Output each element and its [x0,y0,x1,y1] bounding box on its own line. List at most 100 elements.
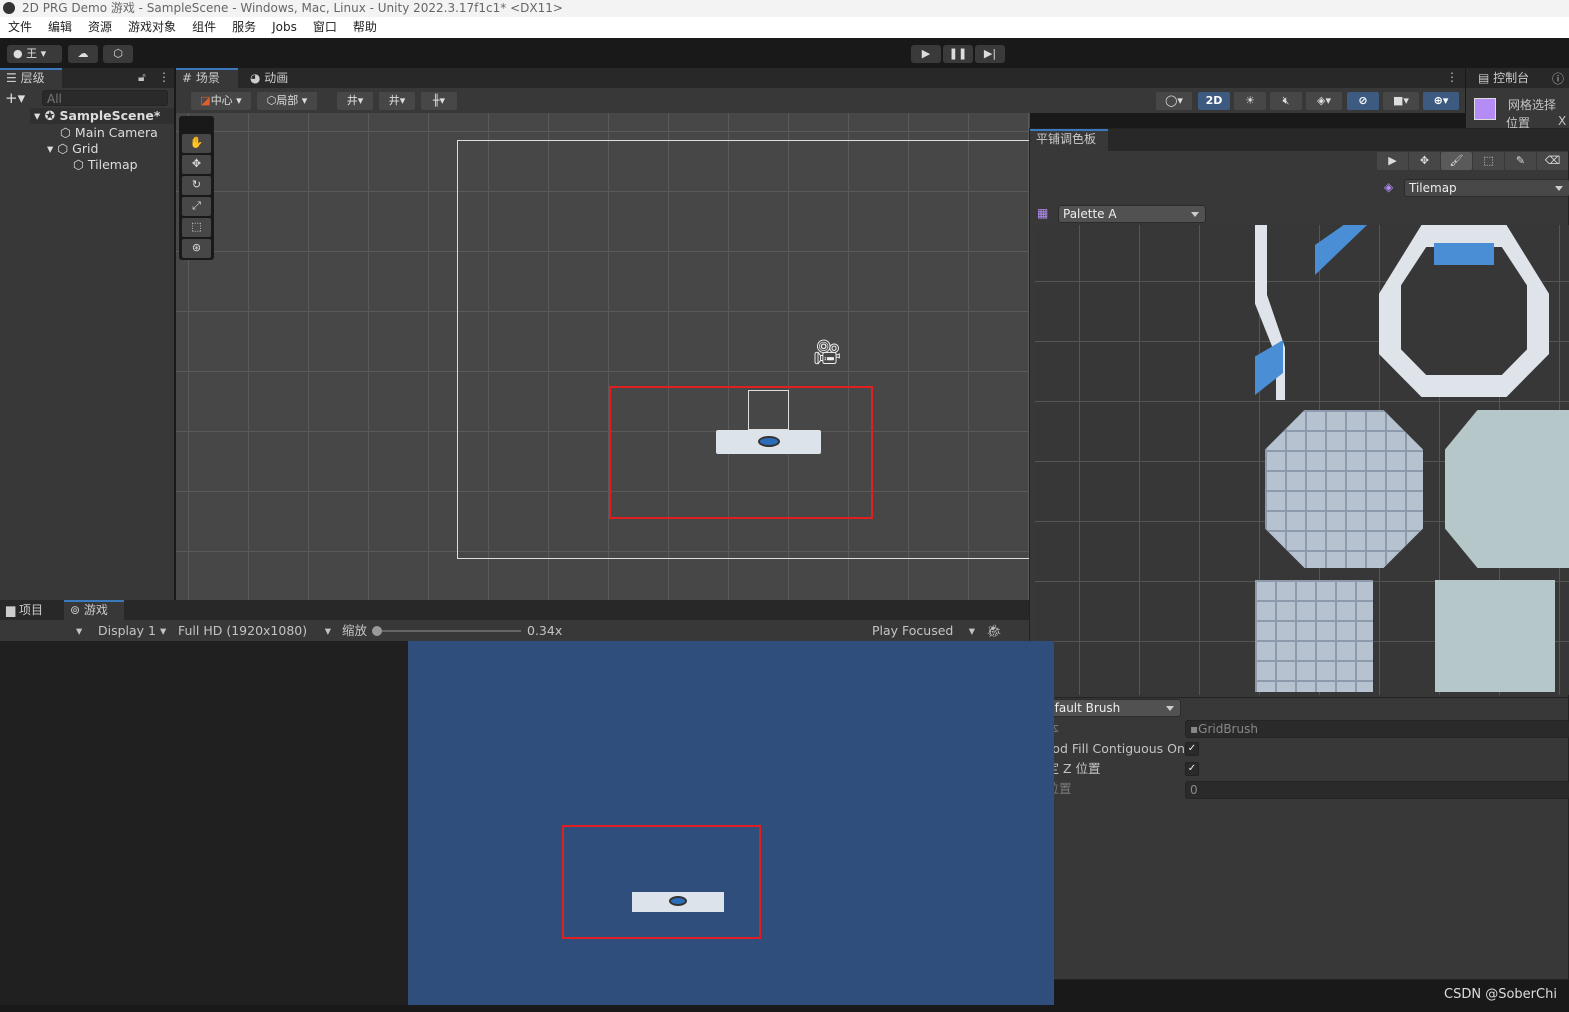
tab-animation[interactable]: ◕ 动画 [244,68,304,88]
resolution-dropdown[interactable]: Full HD (1920x1080) ▾ [178,620,333,641]
wall-tile [1315,225,1367,275]
move-tool[interactable]: ✥ [182,155,211,174]
increment-snap-button[interactable]: 井▾ [379,92,415,110]
palette-grid[interactable] [1035,225,1569,695]
account-button[interactable]: ● 王 ▾ [7,45,62,63]
ground-tile [1435,580,1555,692]
watermark: CSDN @SoberChi [1444,987,1557,1002]
menu-window[interactable]: 窗口 [305,17,345,38]
more-icon[interactable]: ⋮ [158,70,170,84]
tab-game[interactable]: ⊚ 游戏 [64,600,124,620]
step-button[interactable]: ▶| [975,45,1005,63]
visibility-toggle[interactable]: ⊘ [1347,92,1379,110]
menu-file[interactable]: 文件 [0,17,40,38]
rect-tool[interactable]: ⬚ [182,218,211,237]
select-tool[interactable]: ▶ [1377,152,1408,170]
inspector-panel: 网格选择 位置 X [1466,88,1569,128]
tab-hierarchy[interactable]: ☰ 层级 [0,68,62,88]
eraser-tool[interactable]: ⌫ [1537,152,1568,170]
cube-icon: ⬡ [73,157,84,172]
grid-snap-button[interactable]: 井▾ [337,92,373,110]
scene-view[interactable]: 🎥︎ [176,113,1057,600]
tree-label: Grid [72,141,99,156]
cloud-icon: ☁ [77,47,89,60]
flood-fill-label: Flood Fill Contiguous Only [1034,741,1184,756]
lock-z-checkbox[interactable]: ✓ [1185,762,1199,776]
tree-label: Tilemap [87,157,138,172]
selection-box [562,825,761,939]
platform-tile [632,892,724,912]
menu-gameobject[interactable]: 游戏对象 [120,17,184,38]
hand-tool[interactable]: ✋ [182,134,211,153]
dropdown-value: Play Focused [872,623,954,638]
menu-assets[interactable]: 资源 [80,17,120,38]
tab-label: 层级 [20,71,45,85]
tab-label: 场景 [195,71,220,85]
scale-slider[interactable] [372,626,521,636]
2d-toggle[interactable]: 2D [1198,92,1230,110]
camera-dropdown[interactable]: ■▾ [1383,92,1419,110]
ruler-button[interactable]: ╫▾ [421,92,457,110]
tab-scene[interactable]: # 场景 [176,68,238,88]
play-mode-dropdown[interactable]: Play Focused ▾ [872,620,977,641]
play-icon: ▶ [921,47,931,60]
tile-cursor [748,390,789,430]
menu-edit[interactable]: 编辑 [40,17,80,38]
tab-label: 控制台 [1493,71,1530,85]
active-tilemap-dropdown[interactable]: Tilemap [1404,179,1569,197]
tree-item-grid[interactable]: ▾ ⬡ Grid [47,141,98,157]
tree-item-tilemap[interactable]: ⬡ Tilemap [73,157,138,173]
flood-fill-checkbox[interactable]: ✓ [1185,742,1199,756]
lighting-toggle[interactable]: ☀ [1234,92,1266,110]
paint-brush-tool[interactable]: 🖌︎ [1441,152,1472,170]
ground-tile [1445,410,1569,568]
hierarchy-search-input[interactable]: All [42,90,168,106]
box-fill-tool[interactable]: ⬚ [1473,152,1504,170]
tree-item-samplescene[interactable]: ▾ ✪ SampleScene* [34,108,160,124]
settings-button[interactable]: ⬡ [103,45,133,63]
add-button[interactable]: +▾ [5,89,25,107]
rotate-tool[interactable]: ↻ [182,176,211,195]
cube-icon: ⬡ [57,141,69,156]
scale-tool[interactable]: ⤢ [182,197,211,216]
step-icon: ▶| [983,47,997,60]
tab-project[interactable]: ▆ 项目 [0,600,62,620]
menu-component[interactable]: 组件 [184,17,224,38]
play-button[interactable]: ▶ [911,45,941,63]
info-icon[interactable]: ⓘ [1552,70,1564,87]
account-name: 王 [26,47,38,60]
bug-icon[interactable]: 🐞︎ [986,620,1002,641]
floor-tile [1265,410,1423,568]
camera-gizmo-icon: 🎥︎ [812,338,843,366]
audio-toggle[interactable]: 🔇︎ [1270,92,1302,110]
more-icon[interactable]: ⋮ [1446,70,1458,84]
dropdown-value: Palette A [1063,207,1117,221]
game-view[interactable] [408,641,1054,1005]
game-view-dropdown[interactable]: ▾ [76,620,82,641]
move-tool[interactable]: ✥ [1409,152,1440,170]
brush-dropdown[interactable]: Default Brush [1033,699,1181,717]
effects-dropdown[interactable]: ◈▾ [1306,92,1342,110]
space-dropdown[interactable]: ⬡局部 ▾ [257,92,317,110]
picker-tool[interactable]: ✎ [1505,152,1536,170]
cloud-button[interactable]: ☁ [68,45,98,63]
menu-bar: 文件 编辑 资源 游戏对象 组件 服务 Jobs 窗口 帮助 [0,17,1569,38]
inspector-title: 网格选择 [1508,98,1557,112]
account-icon: ● [13,47,23,60]
menu-help[interactable]: 帮助 [345,17,385,38]
pivot-dropdown[interactable]: ◪中心 ▾ [191,92,251,110]
gizmos-dropdown[interactable]: ⊕▾ [1423,92,1459,110]
tab-tile-palette[interactable]: 平铺调色板 [1030,129,1108,151]
palette-dropdown[interactable]: Palette A [1058,205,1206,223]
menu-jobs[interactable]: Jobs [264,17,305,38]
tab-console[interactable]: ▤ 控制台 [1472,68,1529,88]
transform-tool[interactable]: ⊛ [182,239,211,258]
inspector-tabbar: ▤ 控制台 ⓘ [1466,68,1569,88]
display-dropdown[interactable]: Display 1 ▾ [98,620,166,641]
draw-mode-button[interactable]: ◯▾ [1156,92,1192,110]
tree-item-main-camera[interactable]: ⬡ Main Camera [60,125,158,141]
menu-services[interactable]: 服务 [224,17,264,38]
pause-button[interactable]: ❚❚ [943,45,973,63]
slider-handle[interactable] [372,626,382,636]
lock-icon[interactable]: 🔓︎ [138,70,146,85]
